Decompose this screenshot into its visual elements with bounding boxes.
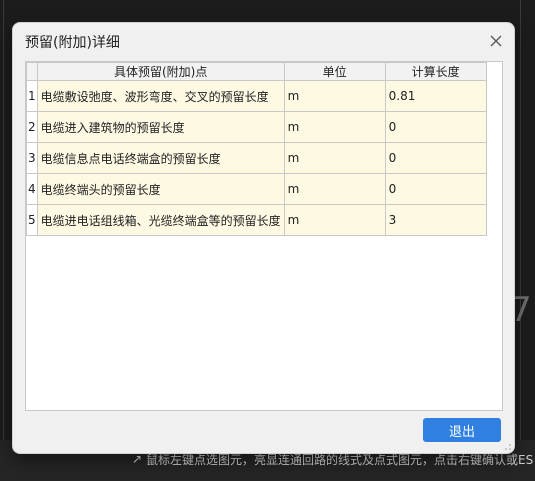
cell-unit[interactable]: m [283, 80, 386, 112]
column-header-length[interactable]: 计算长度 [384, 62, 487, 81]
cell-length[interactable]: 0 [384, 173, 487, 205]
dialog-title: 预留(附加)详细 [25, 35, 120, 51]
table-row[interactable]: 4 电缆终端头的预留长度 m 0 [26, 173, 487, 205]
cell-point[interactable]: 电缆信息点电话终端盒的预留长度 [36, 142, 285, 174]
close-icon [490, 35, 502, 47]
row-index: 2 [26, 111, 38, 143]
detail-table: 具体预留(附加)点 单位 计算长度 1 电缆敷设弛度、波形弯度、交叉的预留长度 … [26, 62, 487, 236]
cell-length[interactable]: 0.81 [384, 80, 487, 112]
cell-length[interactable]: 0 [384, 111, 487, 143]
table-row[interactable]: 3 电缆信息点电话终端盒的预留长度 m 0 [26, 142, 487, 174]
table-row[interactable]: 2 电缆进入建筑物的预留长度 m 0 [26, 111, 487, 143]
cell-point[interactable]: 电缆终端头的预留长度 [36, 173, 285, 205]
exit-button[interactable]: 退出 [423, 418, 501, 442]
table-row[interactable]: 5 电缆进电话组线箱、光缆终端盒等的预留长度 m 3 [26, 204, 487, 236]
detail-table-panel: 具体预留(附加)点 单位 计算长度 1 电缆敷设弛度、波形弯度、交叉的预留长度 … [25, 61, 503, 411]
row-index: 4 [26, 173, 38, 205]
cell-length[interactable]: 0 [384, 142, 487, 174]
table-row[interactable]: 1 电缆敷设弛度、波形弯度、交叉的预留长度 m 0.81 [26, 80, 487, 112]
table-header-row: 具体预留(附加)点 单位 计算长度 [26, 62, 487, 81]
table-corner-cell [26, 62, 38, 81]
cell-unit[interactable]: m [283, 111, 386, 143]
column-header-unit[interactable]: 单位 [283, 62, 386, 81]
cell-length[interactable]: 3 [384, 204, 487, 236]
close-button[interactable] [486, 31, 506, 51]
cell-point[interactable]: 电缆进电话组线箱、光缆终端盒等的预留长度 [36, 204, 285, 236]
resize-grip-icon[interactable] [504, 443, 512, 451]
cell-unit[interactable]: m [283, 142, 386, 174]
cell-point[interactable]: 电缆进入建筑物的预留长度 [36, 111, 285, 143]
row-index: 3 [26, 142, 38, 174]
cell-unit[interactable]: m [283, 173, 386, 205]
row-index: 5 [26, 204, 38, 236]
row-index: 1 [26, 80, 38, 112]
reserve-detail-dialog: 预留(附加)详细 具体预留(附加)点 单位 计算长度 1 电缆敷设弛度、波形弯度… [12, 22, 515, 454]
cell-unit[interactable]: m [283, 204, 386, 236]
cursor-arrow-icon: ↗ [132, 452, 143, 466]
cell-point[interactable]: 电缆敷设弛度、波形弯度、交叉的预留长度 [36, 80, 285, 112]
column-header-point[interactable]: 具体预留(附加)点 [36, 62, 285, 81]
